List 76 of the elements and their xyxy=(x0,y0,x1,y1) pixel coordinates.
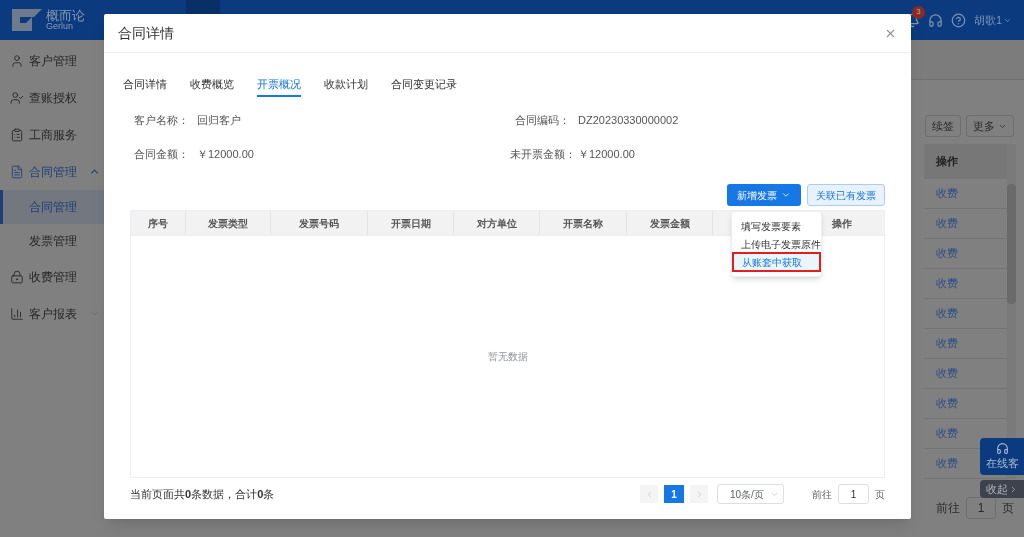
menu-item[interactable]: 工商服务 xyxy=(29,125,77,144)
goto-label: 前往 xyxy=(936,500,960,517)
field-label: 合同金额： xyxy=(133,146,189,162)
submenu-item[interactable]: 发票管理 xyxy=(0,224,104,258)
charge-link[interactable]: 收费 xyxy=(936,425,958,442)
field-value: 回归客户 xyxy=(197,112,241,128)
charge-link[interactable]: 收费 xyxy=(936,245,958,262)
charge-link[interactable]: 收费 xyxy=(936,455,958,472)
field-value: DZ20230330000002 xyxy=(578,112,679,128)
column-header: 发票金额 xyxy=(627,211,713,235)
field-label: 未开票金额： xyxy=(510,146,570,162)
tab[interactable]: 收费概览 xyxy=(190,71,234,97)
column-header: 发票类型 xyxy=(186,211,271,235)
field-label: 客户名称： xyxy=(133,112,189,128)
charge-link[interactable]: 收费 xyxy=(936,395,958,412)
page-unit: 页 xyxy=(1002,500,1014,517)
scrollbar[interactable] xyxy=(1007,144,1016,479)
column-header: 操作 xyxy=(830,216,853,231)
column-header: 发票号码 xyxy=(271,211,368,235)
field-value: ￥12000.00 xyxy=(197,146,254,162)
menu-item[interactable]: 客户管理 xyxy=(29,51,77,70)
dropdown-item[interactable]: 从账套中获取 xyxy=(733,253,820,271)
charge-link[interactable]: 收费 xyxy=(936,305,958,322)
column-header: 对方单位 xyxy=(454,211,540,235)
help-icon[interactable] xyxy=(950,12,966,28)
toolbar-button[interactable]: 续签 xyxy=(925,115,961,137)
menu-item[interactable]: 合同管理 xyxy=(29,162,77,181)
page-unit: 页 xyxy=(875,487,885,502)
tab[interactable]: 合同详情 xyxy=(123,71,167,97)
dialog-title: 合同详情 xyxy=(118,23,174,43)
summary-text: 当前页面共0条数据，合计0条 xyxy=(130,486,275,502)
headset-icon[interactable] xyxy=(927,12,943,28)
collapse-button[interactable]: 收起 xyxy=(980,480,1024,498)
field-label: 合同编码： xyxy=(514,112,570,128)
document-icon xyxy=(10,164,24,179)
column-header: 序号 xyxy=(131,211,186,235)
person-check-icon xyxy=(10,90,24,105)
charge-link[interactable]: 收费 xyxy=(936,335,958,352)
submenu-item[interactable]: 合同管理 xyxy=(0,190,104,224)
charge-link[interactable]: 收费 xyxy=(936,365,958,382)
charge-link[interactable]: 收费 xyxy=(936,215,958,232)
column-header: 开票名称 xyxy=(540,211,627,235)
toolbar-button[interactable]: 更多 xyxy=(966,115,1014,137)
add-invoice-button[interactable]: 新增发票 xyxy=(727,184,801,206)
menu-item[interactable]: 查账授权 xyxy=(29,88,77,107)
menu-item[interactable]: 客户报表 xyxy=(29,304,77,323)
charge-link[interactable]: 收费 xyxy=(936,185,958,202)
tab[interactable]: 合同变更记录 xyxy=(391,71,457,97)
caret-icon xyxy=(781,190,791,200)
person-icon xyxy=(10,53,24,68)
dropdown-item[interactable]: 填写发票要素 xyxy=(732,217,821,235)
logo-name: 概而论 xyxy=(46,9,85,22)
user-menu[interactable]: 胡歌1 xyxy=(973,11,1012,29)
table-header-cell: 操作 xyxy=(924,144,1007,179)
charge-link[interactable]: 收费 xyxy=(936,275,958,292)
menu-item[interactable]: 收费管理 xyxy=(29,267,77,286)
tab[interactable]: 开票概况 xyxy=(257,71,301,97)
list-icon xyxy=(10,127,24,142)
dropdown-item[interactable]: 上传电子发票原件 xyxy=(732,235,821,253)
tab[interactable]: 收款计划 xyxy=(324,71,368,97)
empty-text: 暂无数据 xyxy=(487,350,528,364)
logo-icon xyxy=(12,9,42,31)
bar-chart-icon xyxy=(10,306,24,321)
chevron-right-icon xyxy=(1009,484,1018,494)
field-value: ￥12000.00 xyxy=(578,146,635,162)
column-header: 开票日期 xyxy=(368,211,454,235)
goto-label: 前往 xyxy=(812,487,832,502)
page-size-select[interactable]: 10条/页 xyxy=(717,484,784,504)
logo-subtitle: Gerlun xyxy=(46,22,73,31)
notification-badge: 3 xyxy=(911,5,925,19)
online-service-button[interactable]: 在线客 xyxy=(980,438,1024,475)
headset-icon xyxy=(995,441,1009,455)
padlock-icon xyxy=(10,269,24,284)
link-invoice-button[interactable]: 关联已有发票 xyxy=(807,184,885,206)
page-input[interactable]: 1 xyxy=(838,484,869,504)
page-button[interactable]: 1 xyxy=(664,485,684,503)
